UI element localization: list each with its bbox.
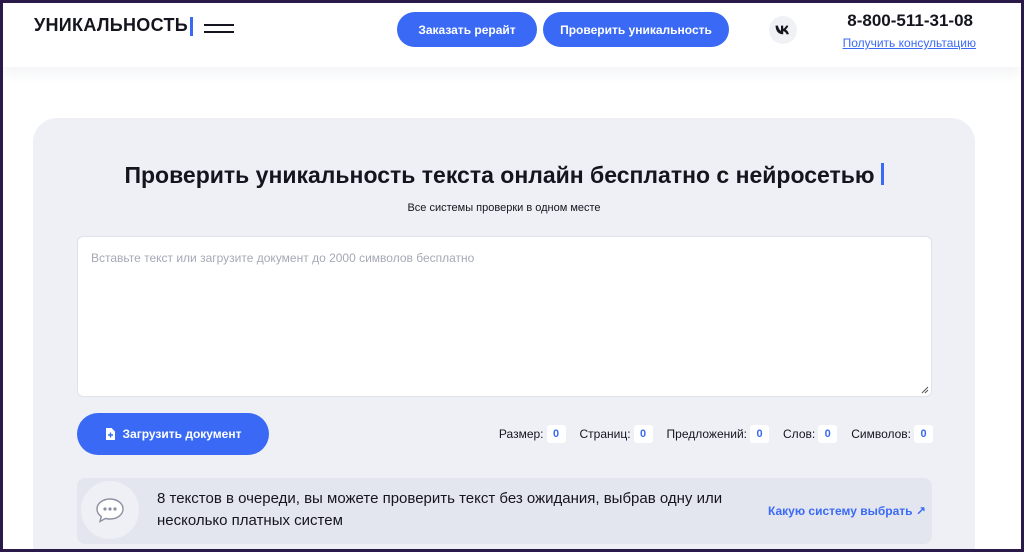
stat-label: Символов: xyxy=(851,427,911,441)
stat-value: 0 xyxy=(914,425,933,443)
text-input[interactable] xyxy=(78,237,931,396)
text-stats: Размер: 0 Страниц: 0 Предложений: 0 Слов… xyxy=(485,425,933,443)
site-logo[interactable]: УНИКАЛЬНОСТЬ xyxy=(34,15,188,36)
page: УНИКАЛЬНОСТЬ Заказать рерайт Проверить у… xyxy=(3,3,1021,549)
page-title: Проверить уникальность текста онлайн бес… xyxy=(33,162,975,189)
document-icon xyxy=(105,428,115,440)
queue-message: 8 текстов в очереди, вы можете проверить… xyxy=(157,490,723,529)
order-rewrite-button[interactable]: Заказать рерайт xyxy=(397,12,537,47)
hamburger-menu-icon[interactable] xyxy=(204,24,234,36)
stat-pages: Страниц: 0 xyxy=(580,425,653,443)
burger-line xyxy=(204,31,234,33)
title-cursor-mark xyxy=(880,163,884,185)
check-uniqueness-button[interactable]: Проверить уникальность xyxy=(543,12,729,47)
resize-handle-icon[interactable] xyxy=(921,386,929,394)
stat-label: Страниц: xyxy=(579,427,631,441)
page-title-text: Проверить уникальность текста онлайн бес… xyxy=(124,162,875,188)
text-input-area xyxy=(77,236,932,397)
burger-line xyxy=(204,24,234,26)
page-subtitle: Все системы проверки в одном месте xyxy=(407,202,601,214)
chat-bubble-glyph xyxy=(96,498,124,523)
stat-size: Размер: 0 xyxy=(499,425,566,443)
stat-characters: Символов: 0 xyxy=(851,425,933,443)
phone-number[interactable]: 8-800-511-31-08 xyxy=(837,11,973,31)
queue-notice: 8 текстов в очереди, вы можете проверить… xyxy=(77,478,932,544)
stat-label: Предложений: xyxy=(666,427,748,441)
logo-cursor-mark xyxy=(190,17,193,36)
stat-value: 0 xyxy=(633,425,653,443)
vk-icon[interactable] xyxy=(769,16,797,44)
stat-value: 0 xyxy=(750,425,770,443)
stat-words: Слов: 0 xyxy=(783,425,838,443)
stat-label: Слов: xyxy=(783,427,816,441)
vk-logo-glyph xyxy=(775,25,789,35)
stat-value: 0 xyxy=(818,425,838,443)
get-consultation-link[interactable]: Получить консультацию xyxy=(836,36,976,50)
stat-label: Размер: xyxy=(498,427,544,441)
chat-bubble-icon xyxy=(81,481,139,539)
upload-document-button[interactable]: Загрузить документ xyxy=(77,413,269,455)
site-header: УНИКАЛЬНОСТЬ Заказать рерайт Проверить у… xyxy=(3,3,1021,67)
which-system-link[interactable]: Какую систему выбрать ↗ xyxy=(768,504,926,518)
stat-sentences: Предложений: 0 xyxy=(666,425,770,443)
stat-value: 0 xyxy=(546,425,566,443)
checker-card: Проверить уникальность текста онлайн бес… xyxy=(33,118,975,549)
upload-document-label: Загрузить документ xyxy=(122,427,242,441)
